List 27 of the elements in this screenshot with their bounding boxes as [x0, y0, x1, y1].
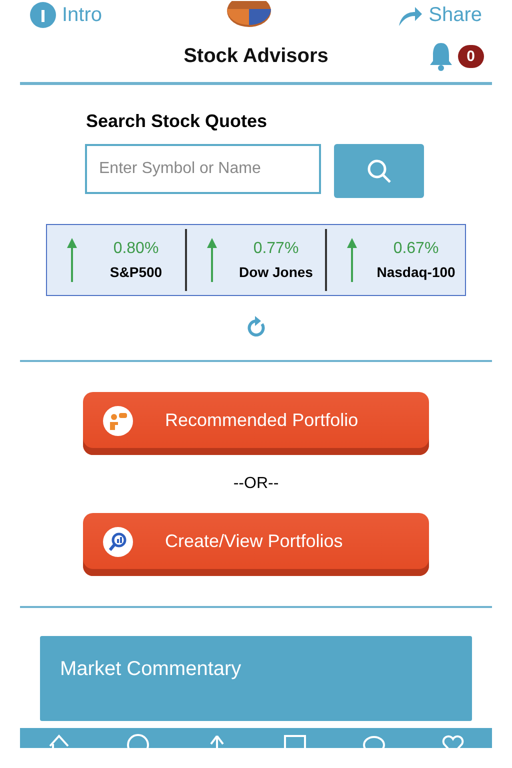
intro-link[interactable]: Intro	[62, 4, 102, 26]
app-title: Stock Advisors	[184, 44, 328, 68]
up-arrow-icon	[347, 238, 357, 282]
market-commentary-card[interactable]: Market Commentary	[40, 636, 472, 721]
portfolio-button[interactable]: Recommended Portfolio	[83, 392, 429, 455]
notification-badge: 0	[458, 44, 484, 68]
search-button[interactable]	[334, 144, 424, 198]
share-link[interactable]: Share	[428, 4, 482, 26]
index-name: Nasdaq-100	[376, 264, 456, 280]
index-name: S&P500	[110, 264, 162, 280]
pie-chart-logo-icon	[225, 1, 274, 29]
up-arrow-icon	[207, 238, 217, 282]
presenter-icon	[103, 406, 133, 436]
info-icon[interactable]	[30, 2, 56, 28]
index-name: Dow Jones	[239, 264, 313, 280]
search-icon	[366, 158, 392, 184]
up-arrow-icon	[67, 238, 77, 282]
bell-icon[interactable]	[428, 41, 454, 71]
refresh-icon[interactable]	[246, 316, 266, 338]
portfolio-button[interactable]: Create/View Portfolios	[83, 513, 429, 576]
index-change: 0.67%	[393, 240, 439, 258]
index-change: 0.77%	[253, 240, 299, 258]
magnifier-chart-icon	[103, 526, 133, 556]
index-change: 0.80%	[113, 240, 159, 258]
search-heading: Search Stock Quotes	[86, 111, 268, 132]
or-separator: --OR--	[233, 475, 279, 493]
search-field[interactable]: Enter Symbol or Name	[85, 144, 321, 194]
